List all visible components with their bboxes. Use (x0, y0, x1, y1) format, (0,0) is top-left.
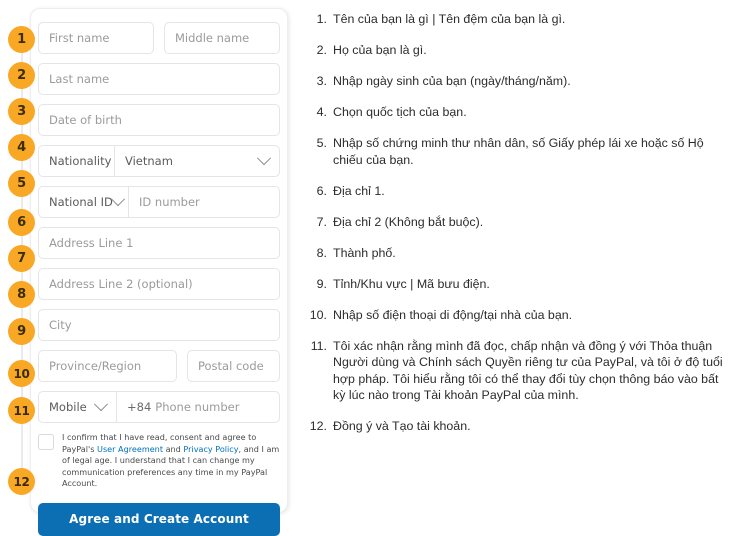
instruction-item: 12. Đồng ý và Tạo tài khoản. (305, 418, 730, 435)
instruction-text: Chọn quốc tịch của bạn. (333, 105, 467, 119)
address-line2-input[interactable]: Address Line 2 (optional) (38, 268, 280, 300)
instruction-text: Địa chỉ 2 (Không bắt buộc). (333, 214, 484, 229)
last-name-row: Last name (38, 63, 280, 95)
agree-and-create-account-button[interactable]: Agree and Create Account (38, 502, 280, 536)
instruction-text: Đồng ý và Tạo tài khoản. (333, 419, 471, 433)
instruction-number: 10. (309, 307, 327, 322)
step-badge-2: 2 (8, 62, 35, 89)
step-badge-5: 5 (8, 170, 35, 197)
step-badge-3: 3 (8, 98, 35, 125)
instruction-number: 9. (316, 276, 327, 291)
phone-type-label: Mobile (49, 400, 87, 414)
instruction-text: Nhập ngày sinh của bạn (ngày/tháng/năm). (333, 74, 571, 88)
instruction-number: 3. (316, 74, 327, 88)
step-badge-1: 1 (8, 26, 35, 53)
instruction-item: 11. Tôi xác nhận rằng mình đã đọc, chấp … (305, 338, 730, 404)
nationality-value: Vietnam (125, 154, 173, 168)
instruction-item: 3. Nhập ngày sinh của bạn (ngày/tháng/nă… (305, 73, 730, 90)
consent-text: I confirm that I have read, consent and … (62, 432, 280, 490)
instruction-number: 8. (316, 245, 327, 260)
instruction-item: 9. Tỉnh/Khu vực | Mã bưu điện. (305, 276, 730, 293)
identification-combo[interactable]: National ID ID number (38, 186, 280, 218)
instruction-number: 5. (316, 136, 327, 150)
step-badge-8: 8 (8, 281, 35, 308)
instructions-column: 1. Tên của bạn là gì | Tên đệm của bạn l… (305, 0, 730, 506)
instruction-text: Tôi xác nhận rằng mình đã đọc, chấp nhận… (333, 338, 723, 403)
consent-text-part2: and (163, 443, 184, 454)
postal-code-input[interactable]: Postal code (187, 350, 280, 382)
id-type-label: National ID (49, 195, 113, 209)
form-fields: First name Middle name Last name Date of… (38, 22, 280, 536)
phone-combo[interactable]: Mobile +84 Phone number (38, 391, 280, 423)
instruction-text: Địa chỉ 1. (333, 183, 385, 198)
instruction-number: 7. (316, 214, 327, 229)
city-row: City (38, 309, 280, 341)
privacy-policy-link[interactable]: Privacy Policy (183, 444, 238, 454)
name-row: First name Middle name (38, 22, 280, 54)
instruction-text: Nhập số chứng minh thư nhân dân, số Giấy… (333, 136, 704, 167)
step-badge-4: 4 (8, 134, 35, 161)
user-agreement-link[interactable]: User Agreement (97, 444, 163, 454)
instruction-number: 11. (310, 338, 327, 353)
instruction-item: 5. Nhập số chứng minh thư nhân dân, số G… (305, 135, 730, 168)
instruction-text: Nhập số điện thoại di động/tại nhà của b… (333, 307, 573, 322)
instruction-text: Thành phố. (333, 245, 396, 260)
instruction-text: Họ của bạn là gì. (333, 43, 427, 57)
middle-name-input[interactable]: Middle name (164, 22, 280, 54)
instruction-number: 12. (309, 419, 327, 433)
instruction-item: 2. Họ của bạn là gì. (305, 42, 730, 59)
instruction-number: 6. (316, 183, 327, 198)
phone-number-placeholder: Phone number (155, 400, 240, 414)
step-badge-10: 10 (8, 360, 35, 387)
city-input[interactable]: City (38, 309, 280, 341)
instruction-number: 2. (316, 43, 327, 57)
phone-row: Mobile +84 Phone number (38, 391, 280, 423)
instruction-item: 10. Nhập số điện thoại di động/tại nhà c… (305, 307, 730, 324)
instruction-item: 8. Thành phố. (305, 245, 730, 262)
consent-checkbox[interactable] (38, 434, 54, 450)
phone-type-select[interactable]: Mobile (39, 392, 117, 422)
instruction-text: Tỉnh/Khu vực | Mã bưu điện. (333, 276, 490, 291)
nationality-select[interactable]: Vietnam (115, 146, 279, 176)
signup-form-column: 1 2 3 4 5 6 7 8 9 10 11 12 First name Mi… (0, 0, 300, 536)
date-of-birth-input[interactable]: Date of birth (38, 104, 280, 136)
instruction-text: Tên của bạn là gì | Tên đệm của bạn là g… (333, 12, 566, 26)
consent-row: I confirm that I have read, consent and … (38, 432, 280, 490)
instruction-item: 4. Chọn quốc tịch của bạn. (305, 104, 730, 121)
dob-row: Date of birth (38, 104, 280, 136)
instruction-item: 1. Tên của bạn là gì | Tên đệm của bạn l… (305, 11, 730, 28)
instruction-item: 7. Địa chỉ 2 (Không bắt buộc). (305, 214, 730, 231)
phone-country-code: +84 (127, 400, 152, 414)
instruction-item: 6. Địa chỉ 1. (305, 183, 730, 200)
address-line1-row: Address Line 1 (38, 227, 280, 259)
step-badge-9: 9 (8, 318, 35, 345)
id-type-select[interactable]: National ID (39, 187, 129, 217)
step-badge-12: 12 (8, 468, 35, 495)
nationality-row: Nationality Vietnam (38, 145, 280, 177)
signup-screenshot: 1 2 3 4 5 6 7 8 9 10 11 12 First name Mi… (0, 0, 730, 536)
step-badge-7: 7 (8, 245, 35, 272)
province-input[interactable]: Province/Region (38, 350, 177, 382)
phone-number-input[interactable]: +84 Phone number (117, 392, 279, 422)
chevron-down-icon (93, 397, 109, 412)
step-badge-6: 6 (8, 209, 35, 236)
address-line2-row: Address Line 2 (optional) (38, 268, 280, 300)
instruction-number: 1. (316, 12, 327, 26)
id-number-input[interactable]: ID number (129, 187, 279, 217)
nationality-combo[interactable]: Nationality Vietnam (38, 145, 280, 177)
last-name-input[interactable]: Last name (38, 63, 280, 95)
chevron-down-icon (256, 151, 272, 166)
step-badge-11: 11 (8, 397, 35, 424)
instruction-number: 4. (316, 105, 327, 119)
first-name-input[interactable]: First name (38, 22, 154, 54)
address-line1-input[interactable]: Address Line 1 (38, 227, 280, 259)
nationality-label: Nationality (39, 146, 115, 176)
province-postal-row: Province/Region Postal code (38, 350, 280, 382)
identification-row: National ID ID number (38, 186, 280, 218)
